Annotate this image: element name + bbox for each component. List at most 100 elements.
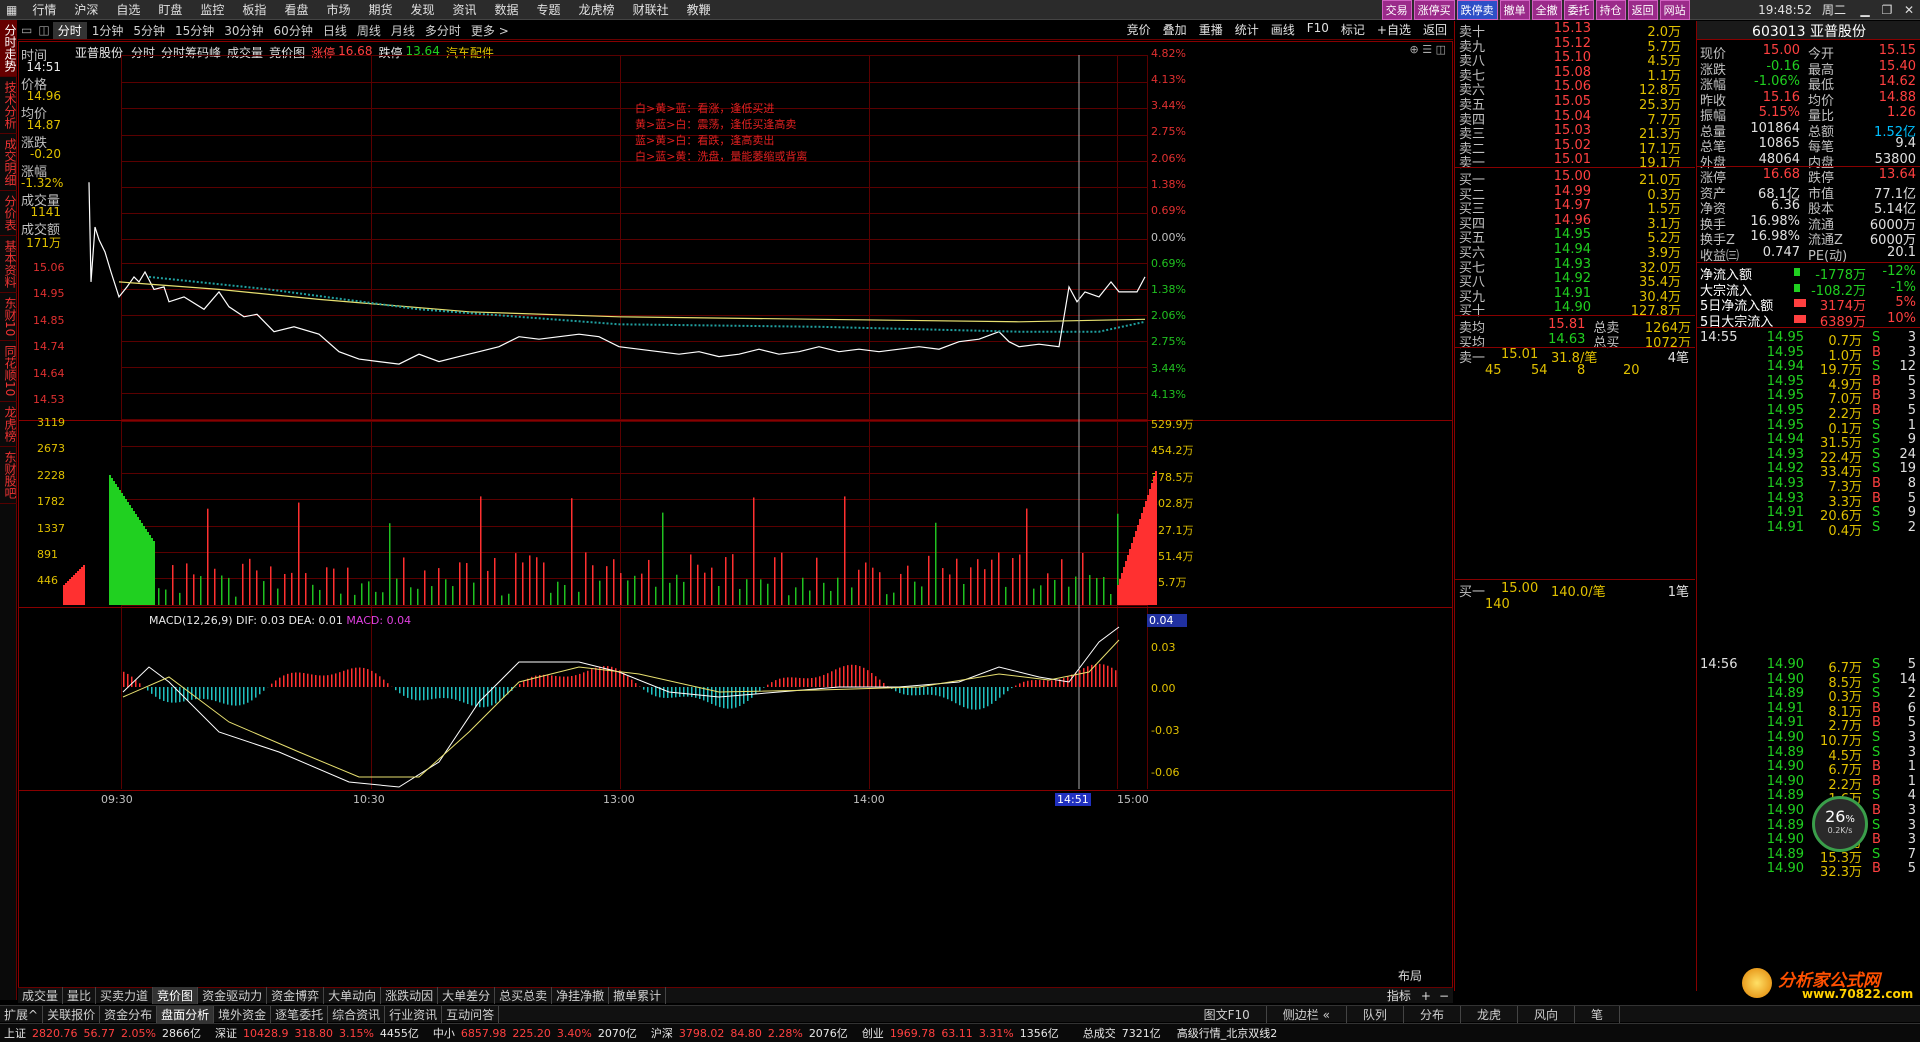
macd-bar — [1015, 685, 1017, 687]
menu-button[interactable]: 返回 — [1627, 0, 1658, 20]
menu-button[interactable]: 委托 — [1563, 0, 1594, 20]
indicator-tab[interactable]: 涨跌动因 — [381, 987, 439, 1004]
side-tab[interactable]: 笔 — [1575, 1005, 1620, 1023]
chart-tool-button[interactable]: 叠加 — [1157, 21, 1193, 38]
menu-item[interactable]: 自选 — [107, 1, 149, 18]
chart-area[interactable]: 亚普股份 分时 分时筹码峰 成交量 竞价图 涨停 16.68 跌停 13.64 汽车配… — [18, 41, 1453, 991]
menu-item[interactable]: 发现 — [401, 1, 443, 18]
indicator-tab[interactable]: 大单动向 — [324, 987, 382, 1004]
bottom-tab[interactable]: 关联报价 — [43, 1005, 101, 1023]
chart-tool-button[interactable]: 返回 — [1417, 21, 1453, 38]
chart-tool-button[interactable]: 重播 — [1193, 21, 1229, 38]
small-window-icon[interactable]: ▭ — [18, 23, 35, 37]
chart-tool-button[interactable]: 画线 — [1265, 21, 1301, 38]
indicator-tab[interactable]: 成交量 — [18, 987, 64, 1004]
menu-item[interactable]: 盯盘 — [149, 1, 191, 18]
index-name[interactable]: 中小 — [433, 1025, 455, 1041]
menu-item[interactable]: 期货 — [359, 1, 401, 18]
bottom-tab[interactable]: 综合资讯 — [328, 1005, 386, 1023]
index-name[interactable]: 深证 — [215, 1025, 237, 1041]
indicator-tab[interactable]: 资金驱动力 — [198, 987, 268, 1004]
chart-tool-button[interactable]: 统计 — [1229, 21, 1265, 38]
bottom-tab[interactable]: 行业资讯 — [385, 1005, 443, 1023]
menu-button[interactable]: 涨停买 — [1413, 0, 1455, 20]
period-tab[interactable]: 日线 — [318, 22, 352, 39]
period-tab[interactable]: 30分钟 — [219, 22, 268, 39]
indicator-tab[interactable]: 量比 — [63, 987, 97, 1004]
chart-tool-button[interactable]: 标记 — [1335, 21, 1371, 38]
side-tab[interactable]: 图文F10 — [1188, 1005, 1267, 1023]
left-tab[interactable]: 龙虎榜 — [0, 402, 17, 447]
period-tab[interactable]: 60分钟 — [269, 22, 318, 39]
menu-item[interactable]: 财联社 — [624, 1, 678, 18]
menu-item[interactable]: 专题 — [528, 1, 570, 18]
bottom-tab[interactable]: 扩展^ — [0, 1005, 44, 1023]
menu-button[interactable]: 持仓 — [1595, 0, 1626, 20]
side-tab[interactable]: 分布 — [1404, 1005, 1461, 1023]
menu-item[interactable]: 看盘 — [275, 1, 317, 18]
left-tab[interactable]: 基本资料 — [0, 236, 17, 293]
indicator-tab[interactable]: 大单差分 — [438, 987, 496, 1004]
menu-item[interactable]: 教鞭 — [678, 1, 720, 18]
app-grid-icon[interactable]: ▦ — [0, 3, 23, 17]
bottom-tab[interactable]: 境外资金 — [214, 1005, 272, 1023]
left-tab[interactable]: 东财股吧 — [0, 447, 17, 504]
bottom-tab[interactable]: 资金分布 — [100, 1005, 158, 1023]
period-tab[interactable]: 分时 — [52, 21, 87, 39]
menu-item[interactable]: 市场 — [317, 1, 359, 18]
restore-icon[interactable]: ❐ — [1876, 3, 1898, 17]
index-name[interactable]: 创业 — [862, 1025, 884, 1041]
menu-item[interactable]: 板指 — [233, 1, 275, 18]
indicator-button[interactable]: 指标 — [1381, 987, 1417, 1004]
menu-button[interactable]: 全撤 — [1531, 0, 1562, 20]
chart-tool-button[interactable]: F10 — [1301, 21, 1335, 38]
bottom-tab[interactable]: 逐笔委托 — [271, 1005, 329, 1023]
bottom-tab[interactable]: 互动问答 — [442, 1005, 500, 1023]
left-tab[interactable]: 东财10 — [0, 293, 17, 342]
left-tab[interactable]: 同花顺10 — [0, 341, 17, 402]
period-tab[interactable]: 1分钟 — [87, 22, 129, 39]
layout-button[interactable]: 布局 — [1398, 967, 1448, 984]
left-tab[interactable]: 成交明细 — [0, 134, 17, 191]
minus-icon[interactable]: − — [1435, 989, 1453, 1003]
side-tab[interactable]: 侧边栏 « — [1267, 1005, 1347, 1023]
left-tab[interactable]: 分时走势 — [0, 20, 17, 77]
indicator-tab[interactable]: 资金博弈 — [267, 987, 325, 1004]
menu-item[interactable]: 沪深 — [65, 1, 107, 18]
menu-button[interactable]: 网站 — [1659, 0, 1690, 20]
side-tab[interactable]: 队列 — [1347, 1005, 1404, 1023]
bottom-tab[interactable]: 盘面分析 — [157, 1005, 215, 1023]
close-icon[interactable]: ✕ — [1898, 3, 1920, 17]
add-icon[interactable]: + — [1417, 989, 1435, 1003]
side-tab[interactable]: 龙虎 — [1461, 1005, 1518, 1023]
adjust-icon[interactable]: ◫ — [35, 23, 52, 37]
period-tab[interactable]: 月线 — [386, 22, 420, 39]
indicator-tab[interactable]: 竞价图 — [153, 987, 199, 1004]
side-tab[interactable]: 风向 — [1518, 1005, 1575, 1023]
period-tab[interactable]: 多分时 — [420, 22, 466, 39]
menu-item[interactable]: 资讯 — [444, 1, 486, 18]
indicator-tab[interactable]: 总买总卖 — [495, 987, 553, 1004]
left-tab[interactable]: 技术分析 — [0, 77, 17, 134]
menu-button[interactable]: 撤单 — [1499, 0, 1530, 20]
indicator-tab[interactable]: 撤单累计 — [609, 987, 667, 1004]
menu-item[interactable]: 行情 — [23, 1, 65, 18]
chart-tool-button[interactable]: +自选 — [1371, 21, 1417, 38]
period-tab[interactable]: 5分钟 — [128, 22, 170, 39]
speed-widget[interactable]: 26% 0.2K/s — [1812, 796, 1868, 852]
indicator-tab[interactable]: 净挂净撤 — [552, 987, 610, 1004]
menu-item[interactable]: 龙虎榜 — [570, 1, 624, 18]
period-tab[interactable]: 周线 — [352, 22, 386, 39]
index-name[interactable]: 上证 — [4, 1025, 26, 1041]
period-tab[interactable]: 更多 > — [466, 22, 514, 39]
left-tab[interactable]: 分价表 — [0, 191, 17, 236]
menu-item[interactable]: 监控 — [191, 1, 233, 18]
menu-item[interactable]: 数据 — [486, 1, 528, 18]
menu-button[interactable]: 跌停卖 — [1456, 0, 1498, 20]
indicator-tab[interactable]: 买卖力道 — [96, 987, 154, 1004]
period-tab[interactable]: 15分钟 — [170, 22, 219, 39]
minimize-icon[interactable]: ▁ — [1854, 3, 1876, 17]
index-name[interactable]: 沪深 — [651, 1025, 673, 1041]
menu-button[interactable]: 交易 — [1381, 0, 1412, 20]
chart-tool-button[interactable]: 竞价 — [1121, 21, 1157, 38]
